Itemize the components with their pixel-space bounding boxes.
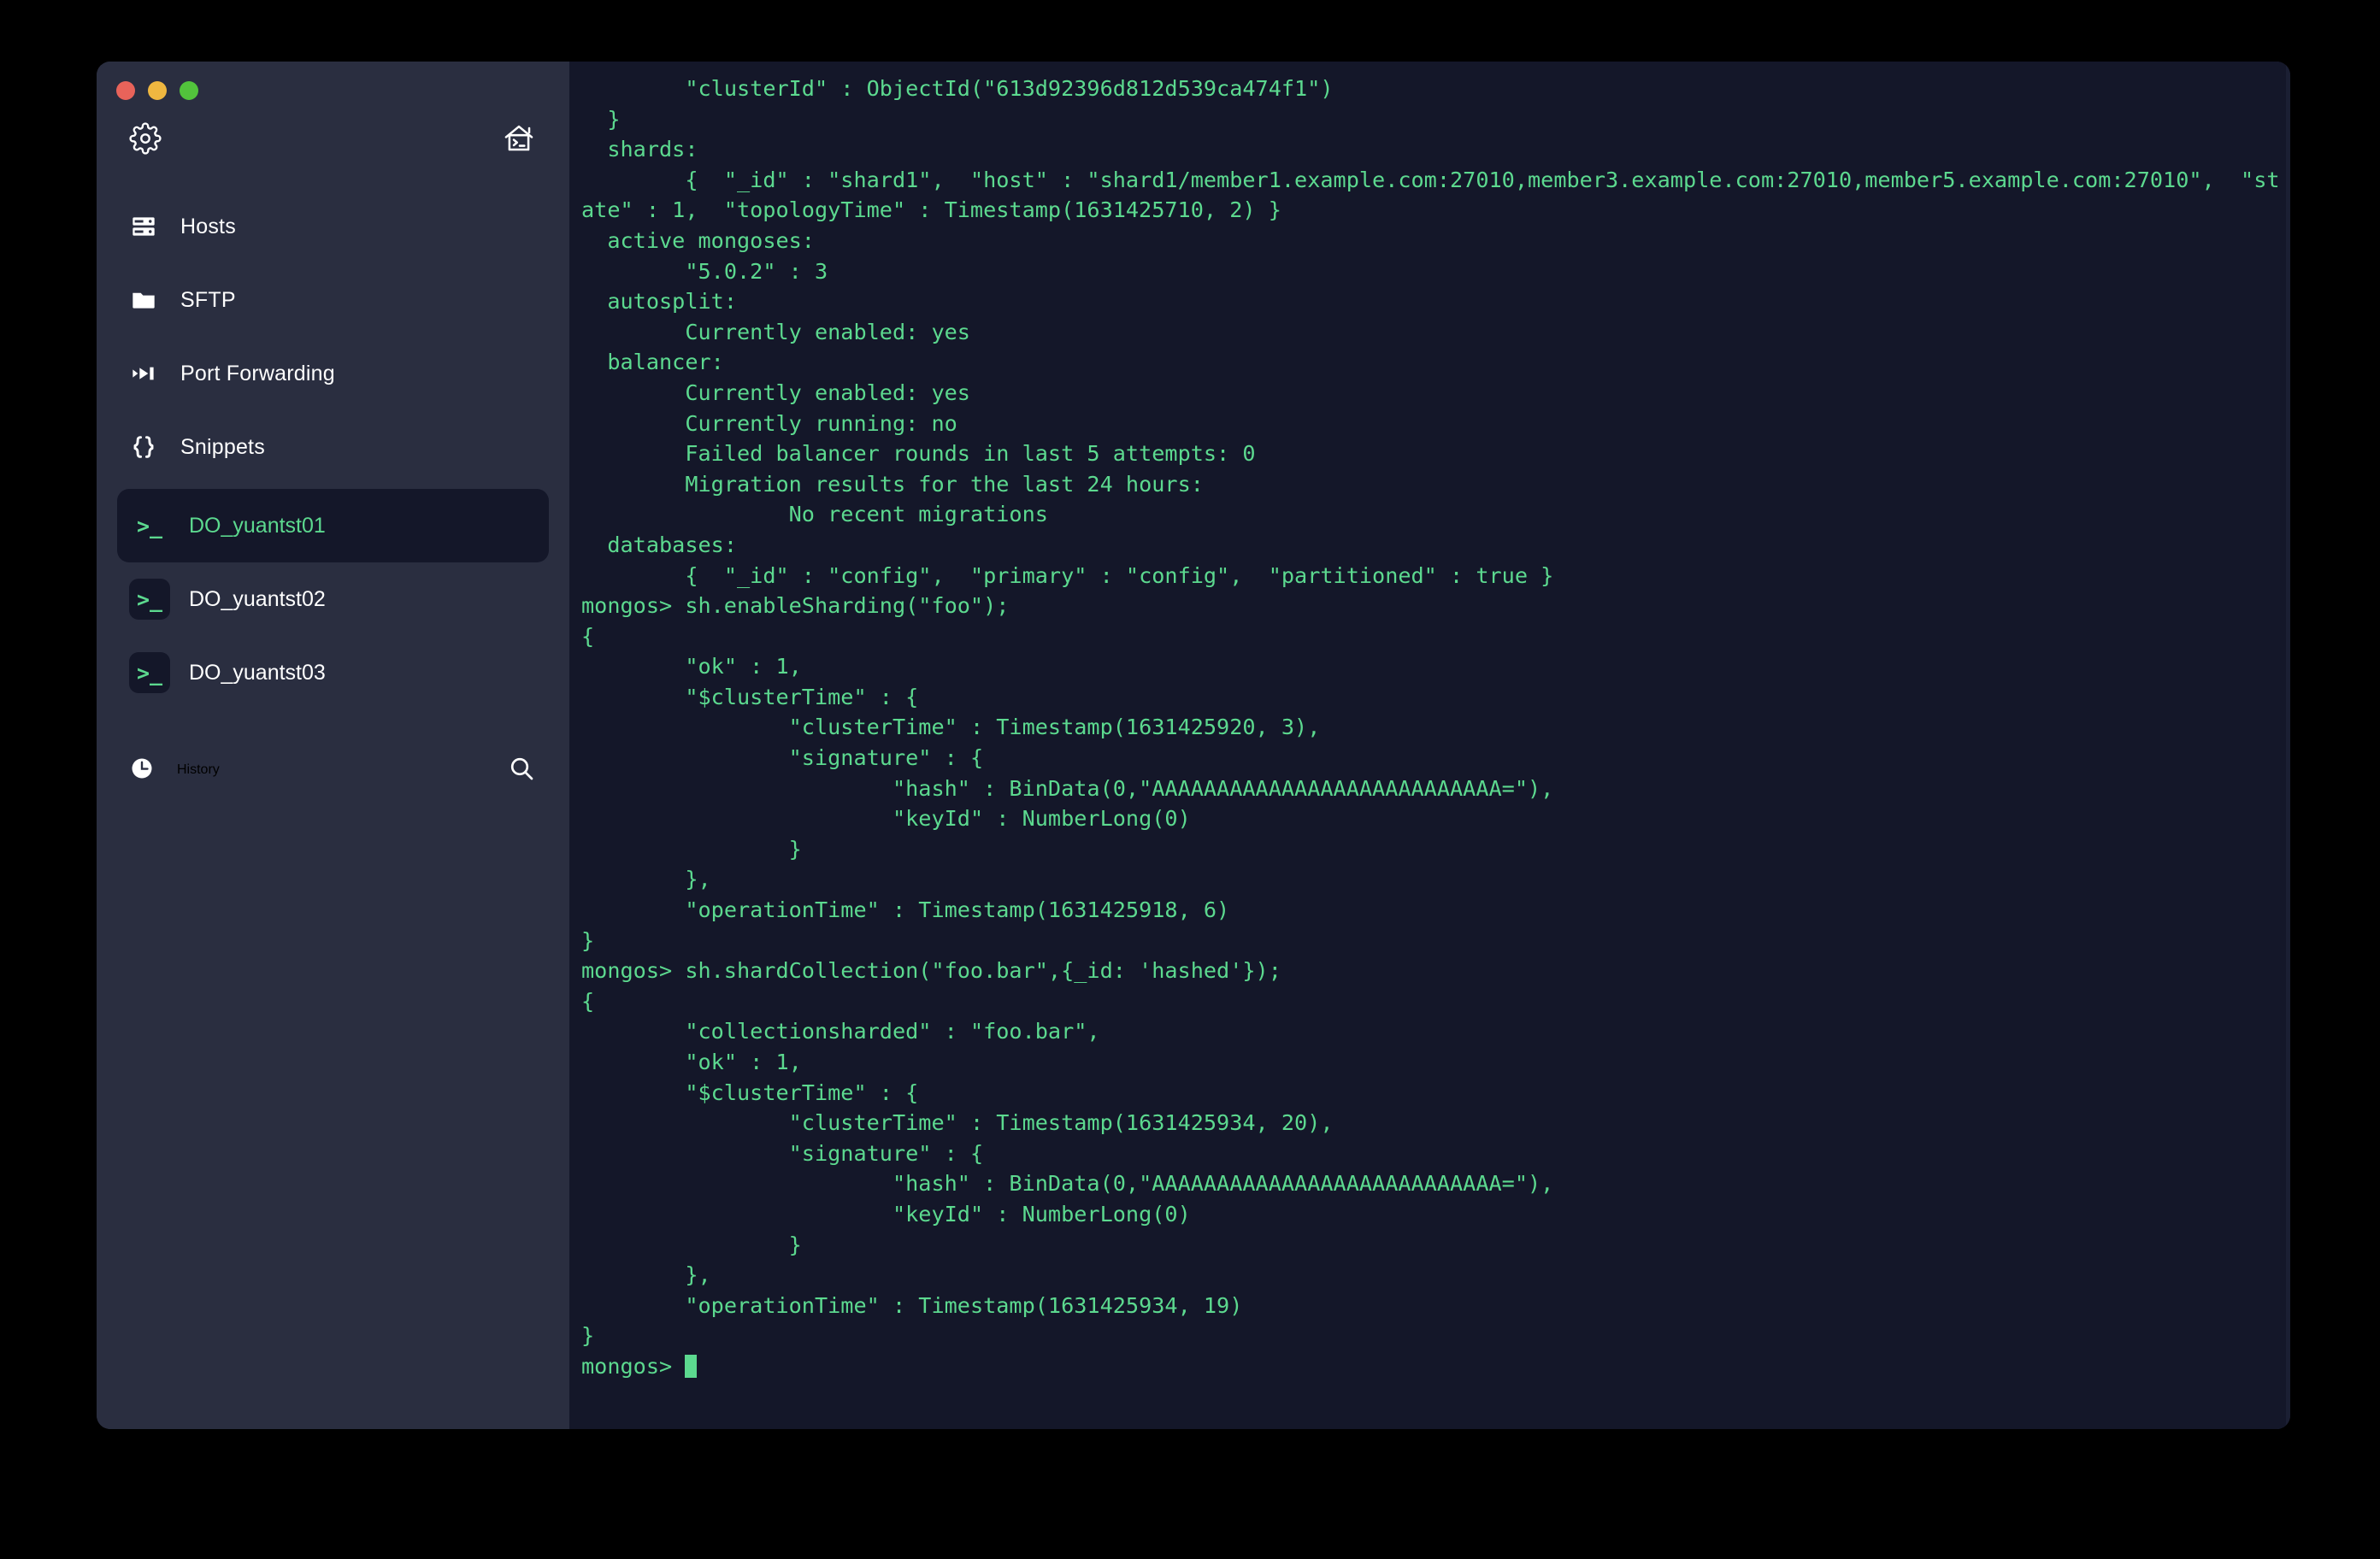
terminal-cursor bbox=[685, 1354, 698, 1378]
server-rack-icon bbox=[129, 212, 158, 241]
sidebar-item-label: Hosts bbox=[180, 214, 236, 238]
terminal-line: Failed balancer rounds in last 5 attempt… bbox=[581, 441, 1256, 467]
terminal-line: } bbox=[581, 927, 595, 953]
terminal-line: shards: bbox=[581, 137, 698, 162]
maximize-window-button[interactable] bbox=[180, 81, 198, 100]
session-label: DO_yuantst03 bbox=[189, 660, 326, 685]
sidebar-item-sftp[interactable]: SFTP bbox=[97, 263, 569, 337]
terminal-line: Currently running: no bbox=[581, 410, 957, 436]
terminal-prompt-icon: >_ bbox=[129, 652, 170, 693]
clock-icon bbox=[129, 756, 155, 785]
terminal-line: "clusterTime" : Timestamp(1631425920, 3)… bbox=[581, 715, 1321, 740]
sidebar-toolbar bbox=[97, 109, 569, 168]
terminal-line: Migration results for the last 24 hours: bbox=[581, 471, 1204, 497]
terminal-line: "keyId" : NumberLong(0) bbox=[581, 1201, 1191, 1227]
terminal-scrollbar[interactable] bbox=[2286, 62, 2290, 1429]
minimize-window-button[interactable] bbox=[148, 81, 167, 100]
terminal-line: "collectionsharded" : "foo.bar", bbox=[581, 1019, 1100, 1044]
terminal-line: active mongoses: bbox=[581, 227, 815, 253]
terminal-line: { "_id" : "config", "primary" : "config"… bbox=[581, 562, 1554, 588]
search-icon[interactable] bbox=[508, 755, 535, 786]
terminal-line: Currently enabled: yes bbox=[581, 319, 970, 344]
session-label: DO_yuantst01 bbox=[189, 513, 326, 538]
home-terminal-icon[interactable] bbox=[503, 122, 535, 155]
terminal-line: }, bbox=[581, 1262, 711, 1288]
terminal-output[interactable]: "clusterId" : ObjectId("613d92396d812d53… bbox=[581, 74, 2282, 1429]
terminal-pane[interactable]: "clusterId" : ObjectId("613d92396d812d53… bbox=[569, 62, 2290, 1429]
terminal-line: "clusterTime" : Timestamp(1631425934, 20… bbox=[581, 1110, 1334, 1136]
terminal-line: "signature" : { bbox=[581, 745, 984, 771]
sidebar-item-session-do-yuantst02[interactable]: >_ DO_yuantst02 bbox=[117, 562, 549, 636]
terminal-prompt-line: mongos> bbox=[581, 1351, 2282, 1382]
terminal-line: "signature" : { bbox=[581, 1140, 984, 1166]
terminal-line: "ok" : 1, bbox=[581, 654, 802, 679]
terminal-line: databases: bbox=[581, 532, 737, 557]
terminal-line: } bbox=[581, 1232, 802, 1257]
terminal-line: autosplit: bbox=[581, 289, 737, 315]
terminal-line: No recent migrations bbox=[581, 502, 1048, 527]
terminal-line: mongos> sh.enableSharding("foo"); bbox=[581, 593, 1010, 619]
terminal-line: } bbox=[581, 836, 802, 862]
terminal-line: "operationTime" : Timestamp(1631425918, … bbox=[581, 897, 1230, 923]
close-window-button[interactable] bbox=[116, 81, 135, 100]
terminal-prompt-icon: >_ bbox=[129, 579, 170, 620]
sidebar-item-label: Snippets bbox=[180, 434, 265, 459]
sidebar-item-label: SFTP bbox=[180, 287, 236, 312]
sidebar-item-history[interactable]: History bbox=[97, 733, 569, 807]
terminal-line: "hash" : BinData(0,"AAAAAAAAAAAAAAAAAAAA… bbox=[581, 775, 1554, 801]
terminal-line: "5.0.2" : 3 bbox=[581, 258, 828, 284]
terminal-line: } bbox=[581, 106, 621, 132]
terminal-line: Currently enabled: yes bbox=[581, 379, 970, 405]
forward-arrow-icon bbox=[129, 359, 158, 388]
sidebar-item-snippets[interactable]: Snippets bbox=[97, 410, 569, 484]
gear-icon[interactable] bbox=[129, 122, 162, 155]
terminal-line: mongos> sh.shardCollection("foo.bar",{_i… bbox=[581, 958, 1281, 984]
terminal-prompt-icon: >_ bbox=[136, 513, 163, 538]
sidebar-item-port-forwarding[interactable]: Port Forwarding bbox=[97, 337, 569, 410]
sidebar-item-session-do-yuantst01[interactable]: >_ DO_yuantst01 bbox=[117, 489, 549, 562]
terminal-line: }, bbox=[581, 867, 711, 892]
sidebar-item-session-do-yuantst03[interactable]: >_ DO_yuantst03 bbox=[117, 636, 549, 709]
sidebar-nav: Hosts SFTP Port Forwarding Snippets >_ D… bbox=[97, 190, 569, 807]
terminal-line: } bbox=[581, 1323, 595, 1349]
terminal-line: "ok" : 1, bbox=[581, 1050, 802, 1074]
session-list: >_ DO_yuantst01 >_ DO_yuantst02 >_ DO_yu… bbox=[97, 489, 569, 709]
terminal-line: { bbox=[581, 623, 595, 649]
session-label: DO_yuantst02 bbox=[189, 586, 326, 611]
curly-braces-icon bbox=[129, 432, 158, 462]
terminal-line: balancer: bbox=[581, 350, 724, 375]
window-traffic-lights bbox=[116, 81, 198, 100]
sidebar: Hosts SFTP Port Forwarding Snippets >_ D… bbox=[97, 62, 569, 1429]
terminal-line: { bbox=[581, 988, 595, 1014]
sidebar-item-label: Port Forwarding bbox=[180, 361, 335, 385]
folder-icon bbox=[129, 285, 158, 315]
terminal-line: "hash" : BinData(0,"AAAAAAAAAAAAAAAAAAAA… bbox=[581, 1171, 1554, 1197]
terminal-line: { "_id" : "shard1", "host" : "shard1/mem… bbox=[581, 167, 2280, 223]
terminal-line: "$clusterTime" : { bbox=[581, 684, 919, 709]
terminal-line: "clusterId" : ObjectId("613d92396d812d53… bbox=[581, 76, 1334, 101]
terminal-line: "operationTime" : Timestamp(1631425934, … bbox=[581, 1292, 1243, 1318]
terminal-line: "$clusterTime" : { bbox=[581, 1080, 919, 1105]
app-window: Hosts SFTP Port Forwarding Snippets >_ D… bbox=[97, 62, 2290, 1429]
sidebar-item-hosts[interactable]: Hosts bbox=[97, 190, 569, 263]
sidebar-item-label: History bbox=[177, 762, 220, 777]
terminal-line: "keyId" : NumberLong(0) bbox=[581, 806, 1191, 832]
